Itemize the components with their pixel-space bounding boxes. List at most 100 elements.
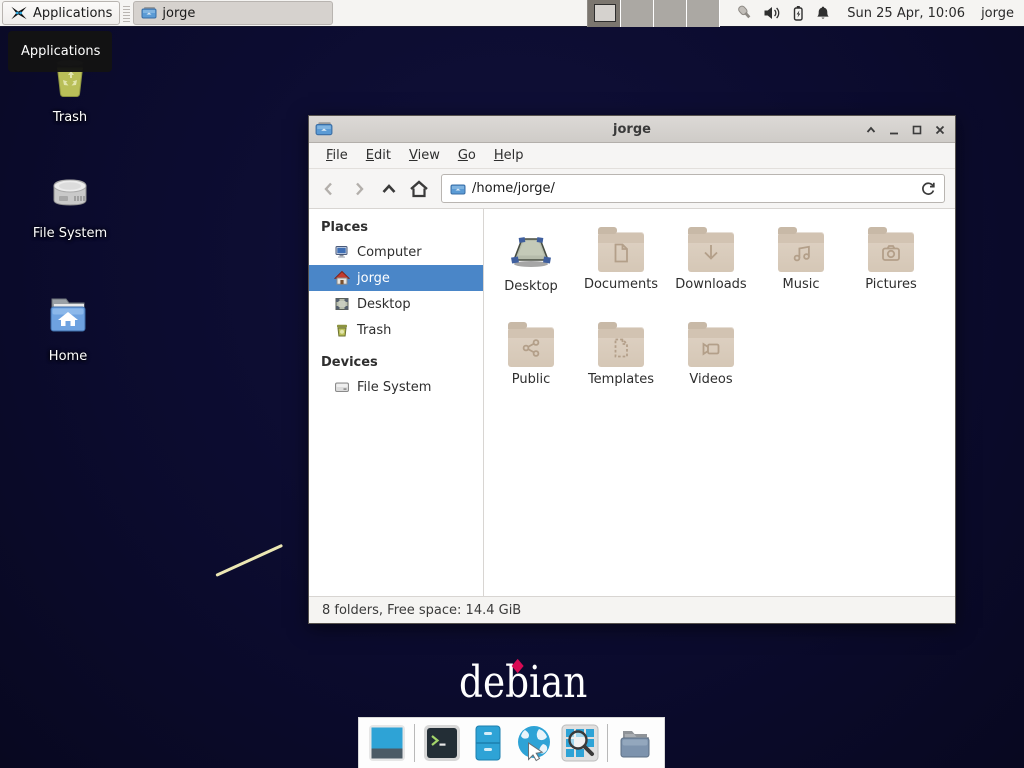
statusbar: 8 folders, Free space: 14.4 GiB bbox=[309, 596, 955, 623]
location-bar[interactable]: /home/jorge/ bbox=[441, 174, 945, 203]
menubar: File Edit View Go Help bbox=[309, 143, 955, 169]
workspace-4[interactable] bbox=[687, 0, 720, 27]
folder-icon-pictures bbox=[868, 232, 914, 272]
workspace-switcher bbox=[587, 0, 720, 27]
window-controls bbox=[859, 116, 951, 143]
location-path[interactable]: /home/jorge/ bbox=[472, 181, 914, 196]
battery-charging-icon[interactable] bbox=[790, 5, 806, 22]
sidebar-item-computer[interactable]: Computer bbox=[309, 239, 483, 265]
sidebar-item-label: Computer bbox=[357, 245, 422, 260]
toolbar: /home/jorge/ bbox=[309, 169, 955, 209]
titlebar[interactable]: jorge bbox=[309, 116, 955, 143]
applications-menu-button[interactable]: Applications bbox=[2, 1, 120, 25]
home-folder-icon bbox=[44, 291, 92, 339]
file-item-label: Desktop bbox=[504, 279, 558, 294]
panel-clock[interactable]: Sun 25 Apr, 10:06 bbox=[847, 6, 965, 21]
file-item-label: Public bbox=[512, 372, 550, 387]
location-folder-icon bbox=[450, 181, 466, 197]
volume-icon[interactable] bbox=[763, 5, 781, 21]
folder-icon-music bbox=[778, 232, 824, 272]
desktop-icon bbox=[334, 296, 350, 312]
minimize-button[interactable] bbox=[882, 118, 905, 141]
desktop-icon-label: File System bbox=[22, 226, 118, 241]
taskbar-window-button[interactable]: jorge bbox=[133, 1, 333, 25]
desktop-icon-label: Trash bbox=[22, 110, 118, 125]
application-finder-icon[interactable] bbox=[561, 724, 599, 762]
applications-tooltip: Applications bbox=[8, 31, 112, 72]
forward-button[interactable] bbox=[345, 175, 373, 203]
dock-separator bbox=[414, 724, 415, 762]
sidebar-header-places: Places bbox=[309, 215, 483, 239]
folder-icon bbox=[141, 5, 157, 21]
workspace-2[interactable] bbox=[621, 0, 654, 27]
file-item-public[interactable]: Public bbox=[486, 321, 576, 395]
desktop-icon-label: Home bbox=[20, 349, 116, 364]
applications-tooltip-text: Applications bbox=[21, 44, 100, 59]
folder-icon-videos bbox=[688, 327, 734, 367]
desktop: debian Applications jorge bbox=[0, 0, 1024, 768]
taskbar-window-label: jorge bbox=[162, 6, 195, 21]
file-item-music[interactable]: Music bbox=[756, 226, 846, 300]
sidebar: Places Computer bbox=[309, 209, 484, 596]
sidebar-item-trash[interactable]: Trash bbox=[309, 317, 483, 343]
workspace-window-preview bbox=[594, 4, 616, 22]
sidebar-item-label: File System bbox=[357, 380, 431, 395]
workspace-3[interactable] bbox=[654, 0, 687, 27]
file-item-label: Music bbox=[783, 277, 820, 292]
menu-go[interactable]: Go bbox=[449, 145, 485, 166]
trash-small-icon bbox=[334, 322, 350, 338]
file-manager-window: jorge File Edit View Go Help bbox=[308, 115, 956, 624]
folder-icon-documents bbox=[598, 232, 644, 272]
sidebar-item-desktop[interactable]: Desktop bbox=[309, 291, 483, 317]
home-button[interactable] bbox=[405, 175, 433, 203]
file-item-pictures[interactable]: Pictures bbox=[846, 226, 936, 300]
file-item-label: Pictures bbox=[865, 277, 916, 292]
dock-separator bbox=[607, 724, 608, 762]
file-item-downloads[interactable]: Downloads bbox=[666, 226, 756, 300]
wallpaper-swoosh bbox=[215, 544, 283, 577]
sidebar-item-file-system[interactable]: File System bbox=[309, 374, 483, 400]
file-item-label: Videos bbox=[689, 372, 732, 387]
drive-small-icon bbox=[334, 379, 350, 395]
maximize-button[interactable] bbox=[905, 118, 928, 141]
notifications-bell-icon[interactable] bbox=[815, 5, 831, 22]
file-item-label: Templates bbox=[588, 372, 654, 387]
taskbar-grip[interactable] bbox=[123, 4, 130, 22]
file-item-label: Downloads bbox=[675, 277, 746, 292]
menu-edit[interactable]: Edit bbox=[357, 145, 400, 166]
directory-menu-icon[interactable] bbox=[616, 724, 654, 762]
shade-button[interactable] bbox=[859, 118, 882, 141]
desktop-icon-home[interactable]: Home bbox=[20, 291, 116, 364]
folder-icon-downloads bbox=[688, 232, 734, 272]
show-desktop-icon[interactable] bbox=[368, 724, 406, 762]
file-item-documents[interactable]: Documents bbox=[576, 226, 666, 300]
system-tray bbox=[734, 4, 831, 22]
up-button[interactable] bbox=[375, 175, 403, 203]
workspace-1[interactable] bbox=[588, 0, 621, 27]
file-manager-icon[interactable] bbox=[469, 724, 507, 762]
drive-icon bbox=[46, 168, 94, 216]
terminal-icon[interactable] bbox=[423, 724, 461, 762]
reload-icon[interactable] bbox=[920, 181, 936, 197]
applications-menu-label: Applications bbox=[33, 6, 112, 21]
menu-file[interactable]: File bbox=[317, 145, 357, 166]
menu-view[interactable]: View bbox=[400, 145, 449, 166]
close-button[interactable] bbox=[928, 118, 951, 141]
folder-icon-public bbox=[508, 327, 554, 367]
folder-icon-templates bbox=[598, 327, 644, 367]
sidebar-item-label: Trash bbox=[357, 323, 391, 338]
file-item-desktop[interactable]: Desktop bbox=[486, 226, 576, 300]
statusbar-text: 8 folders, Free space: 14.4 GiB bbox=[322, 603, 521, 618]
desktop-icon-file-system[interactable]: File System bbox=[22, 168, 118, 241]
panel-username[interactable]: jorge bbox=[981, 6, 1014, 21]
sidebar-item-jorge[interactable]: jorge bbox=[309, 265, 483, 291]
file-item-videos[interactable]: Videos bbox=[666, 321, 756, 395]
file-item-label: Documents bbox=[584, 277, 658, 292]
menu-help[interactable]: Help bbox=[485, 145, 533, 166]
dock bbox=[358, 717, 665, 768]
web-browser-icon[interactable] bbox=[515, 724, 553, 762]
file-item-templates[interactable]: Templates bbox=[576, 321, 666, 395]
input-device-icon[interactable] bbox=[734, 4, 754, 22]
sidebar-header-devices: Devices bbox=[309, 350, 483, 374]
back-button[interactable] bbox=[315, 175, 343, 203]
